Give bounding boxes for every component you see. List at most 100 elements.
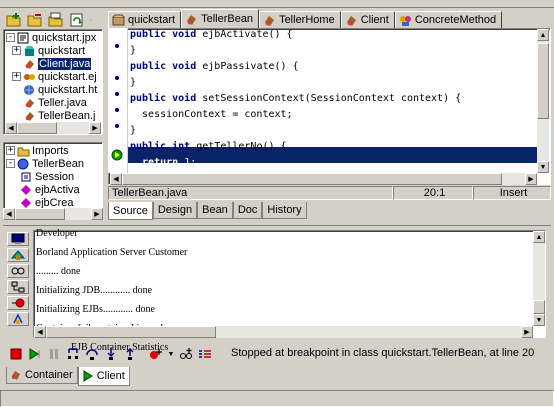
code-line[interactable]: return 1; [130, 155, 196, 171]
refresh-icon[interactable] [67, 11, 87, 29]
step-over-icon[interactable] [84, 346, 100, 362]
expand-icon[interactable]: + [12, 72, 21, 81]
scroll-right-icon[interactable]: ▶ [521, 326, 533, 338]
message-line: Initializing JDB............ done [36, 285, 153, 296]
message-hscroll[interactable]: ◀ ▶ [34, 326, 533, 338]
step-out-icon[interactable] [122, 346, 138, 362]
splitter[interactable] [3, 225, 551, 226]
resume-icon[interactable] [27, 346, 43, 362]
tab-client[interactable]: Client [340, 11, 395, 28]
tab-tellerbean[interactable]: TellerBean [181, 9, 260, 28]
code-line[interactable]: } [130, 75, 136, 91]
classes-icon[interactable] [7, 280, 29, 294]
editor-hscroll[interactable]: ◀ ▶ [110, 173, 537, 185]
status-filename: TellerBean.java [108, 186, 393, 200]
scroll-right-icon[interactable]: ▶ [89, 122, 101, 134]
code-line[interactable]: public void setSessionContext(SessionCon… [130, 91, 461, 107]
tab-label: Client [360, 14, 389, 26]
tab-tellerhome[interactable]: TellerHome [259, 11, 341, 28]
code-line[interactable]: public int getTellerNo() { [130, 139, 287, 155]
dropdown-arrow-icon[interactable]: ▼ [167, 346, 175, 362]
tree-item[interactable]: Client.java [5, 57, 101, 70]
scroll-thumb[interactable] [46, 326, 216, 338]
watches-icon[interactable] [7, 264, 29, 278]
expand-icon[interactable]: + [6, 146, 15, 155]
code-line[interactable]: sessionContext = context; [130, 107, 293, 123]
scroll-down-icon[interactable]: ▼ [533, 314, 545, 326]
editor-view-tabs: Source Design Bean Doc History [108, 202, 307, 220]
scroll-up-icon[interactable]: ▲ [533, 231, 545, 243]
scroll-left-icon[interactable]: ◀ [5, 122, 17, 134]
scroll-right-icon[interactable]: ▶ [91, 208, 103, 220]
tree-item[interactable]: + quickstart.ej [5, 70, 101, 83]
console-icon[interactable] [7, 232, 29, 246]
collapse-icon[interactable]: - [6, 159, 15, 168]
add-breakpoint-icon[interactable] [148, 346, 164, 362]
code-line[interactable]: } [130, 123, 136, 139]
collapse-icon[interactable]: - [6, 33, 15, 42]
tab-doc[interactable]: Doc [232, 202, 263, 219]
scroll-up-icon[interactable]: ▲ [537, 29, 549, 41]
show-frame-icon[interactable] [197, 346, 213, 362]
scroll-left-icon[interactable]: ◀ [34, 326, 46, 338]
package-icon [112, 14, 125, 25]
structure-item[interactable]: - TellerBean [5, 157, 101, 170]
bean-icon [346, 15, 356, 26]
threads-icon[interactable] [7, 248, 29, 262]
editor-vscroll[interactable]: ▲ ▼ [537, 29, 549, 173]
add-watch-icon[interactable] [178, 346, 194, 362]
html-file-icon [24, 84, 34, 95]
tab-history[interactable]: History [262, 202, 307, 219]
tree-item-label: quickstart.jpx [32, 31, 97, 44]
breakpoint-line-marker [115, 92, 119, 96]
pause-icon[interactable] [46, 346, 62, 362]
message-vscroll[interactable]: ▲ ▼ [533, 231, 545, 326]
remove-files-icon[interactable] [25, 11, 45, 29]
tab-client-run[interactable]: Client [77, 367, 130, 386]
tree-item[interactable]: quickstart.ht [5, 83, 101, 96]
tree-item-label: Teller.java [38, 96, 87, 109]
message-line: Developer [36, 228, 78, 239]
tab-container[interactable]: Container [6, 367, 78, 384]
code-line[interactable]: public void ejbActivate() { [130, 27, 293, 43]
step-into-icon[interactable] [103, 346, 119, 362]
tab-quickstart[interactable]: quickstart [108, 11, 182, 28]
tree-item-label: quickstart.ej [38, 70, 97, 83]
project-toolbar: · [4, 11, 94, 29]
tree-item[interactable]: + quickstart [5, 44, 101, 57]
structure-item[interactable]: Session [5, 170, 101, 183]
scroll-thumb[interactable] [533, 300, 545, 314]
project-file-icon [17, 32, 29, 43]
add-files-icon[interactable] [4, 11, 24, 29]
stop-icon[interactable] [8, 346, 24, 362]
tab-concretemethod[interactable]: ConcreteMethod [394, 11, 503, 28]
expand-icon[interactable]: + [12, 46, 21, 55]
bean-icon [187, 14, 197, 25]
tree-item[interactable]: Teller.java [5, 96, 101, 109]
scroll-left-icon[interactable]: ◀ [110, 173, 122, 185]
project-tree-hscroll[interactable]: ◀ ▶ [5, 122, 101, 134]
project-tree[interactable]: - quickstart.jpx + quickstart Client.java + qu… [3, 29, 103, 135]
code-line[interactable]: public void ejbPassivate() { [130, 59, 299, 75]
breakpoints-icon[interactable] [7, 296, 29, 310]
scroll-left-icon[interactable]: ◀ [3, 208, 15, 220]
structure-item[interactable]: + Imports [5, 144, 101, 157]
scroll-thumb[interactable] [122, 173, 502, 185]
structure-hscroll[interactable]: ◀ ▶ [3, 208, 103, 220]
tree-item[interactable]: - quickstart.jpx [5, 31, 101, 44]
tab-bean[interactable]: Bean [197, 202, 233, 219]
structure-item[interactable]: ejbActiva [5, 183, 101, 196]
scroll-right-icon[interactable]: ▶ [525, 173, 537, 185]
close-project-icon[interactable] [46, 11, 66, 29]
tab-design[interactable]: Design [152, 202, 198, 219]
disassembly-icon[interactable] [7, 312, 29, 326]
smart-step-icon[interactable] [65, 346, 81, 362]
code-line[interactable]: } [130, 43, 136, 59]
scroll-thumb[interactable] [17, 122, 57, 134]
tab-source[interactable]: Source [108, 202, 153, 220]
scroll-down-icon[interactable]: ▼ [537, 161, 549, 173]
scroll-thumb[interactable] [537, 43, 549, 119]
status-insert-mode: Insert [473, 186, 551, 200]
scroll-thumb[interactable] [15, 208, 65, 220]
tree-item[interactable]: TellerBean.j [5, 109, 101, 121]
